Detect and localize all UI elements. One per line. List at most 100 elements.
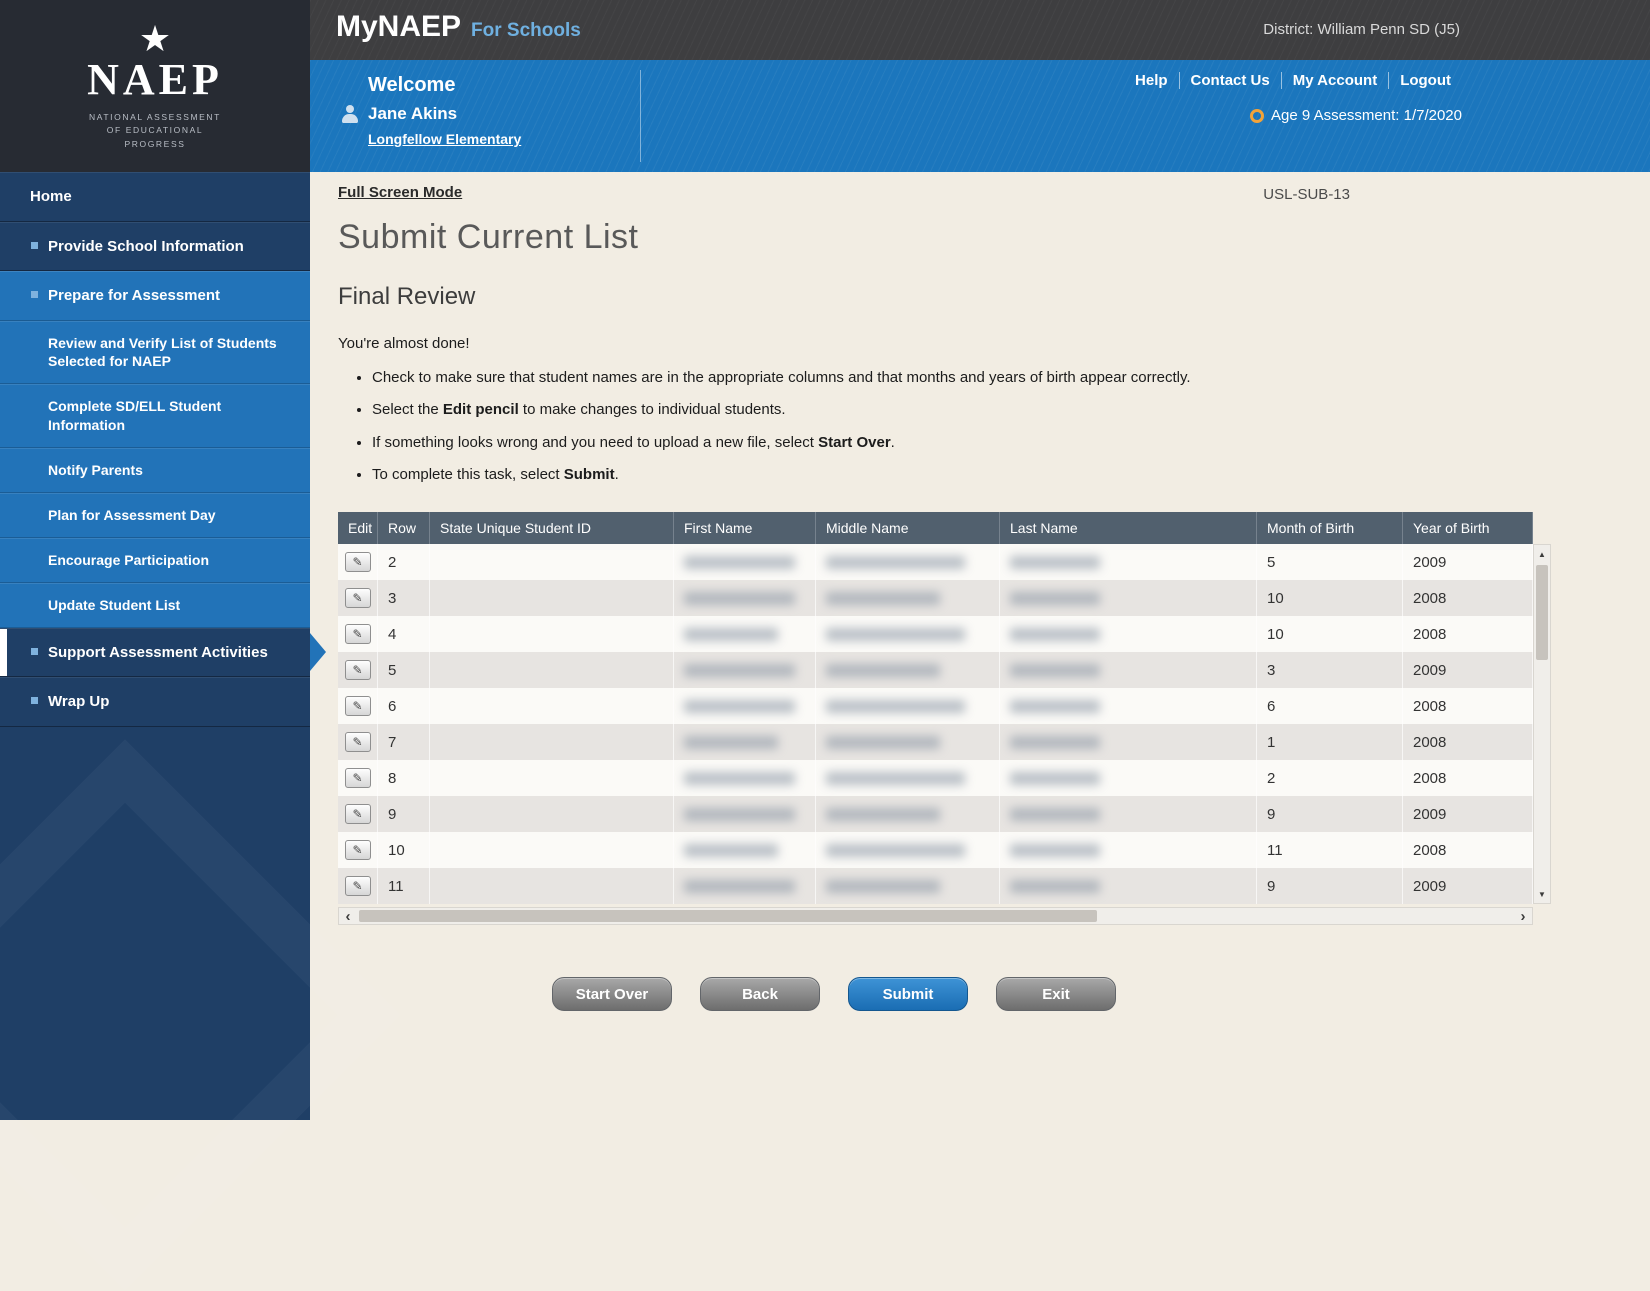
instruction-bold: Submit (564, 466, 615, 483)
year-of-birth-cell: 2009 (1403, 868, 1533, 904)
redacted-text (1010, 880, 1100, 893)
content-header: Full Screen Mode USL-SUB-13 (338, 184, 1650, 208)
table-row: ✎ 2 5 2009 (338, 544, 1533, 580)
full-screen-mode-link[interactable]: Full Screen Mode (338, 184, 462, 201)
horizontal-scrollbar[interactable]: ‹ › (338, 907, 1533, 925)
back-button[interactable]: Back (700, 977, 820, 1011)
help-link[interactable]: Help (1124, 72, 1179, 89)
first-name-cell (674, 760, 816, 796)
vertical-scroll-thumb[interactable] (1536, 565, 1548, 660)
table-row: ✎ 10 11 2008 (338, 832, 1533, 868)
sidebar-subitem-update-student-list[interactable]: Update Student List (0, 583, 310, 628)
edit-row-button[interactable]: ✎ (345, 588, 371, 608)
redacted-text (684, 592, 795, 605)
pencil-icon: ✎ (352, 880, 362, 892)
submit-button[interactable]: Submit (848, 977, 968, 1011)
exit-button[interactable]: Exit (996, 977, 1116, 1011)
sidebar-item-provide-school-information[interactable]: Provide School Information (0, 222, 310, 272)
middle-name-cell (816, 796, 1000, 832)
middle-name-cell (816, 652, 1000, 688)
redacted-text (684, 628, 778, 641)
welcome-label: Welcome (368, 74, 455, 97)
sidebar: Home Provide School Information Prepare … (0, 172, 310, 1120)
edit-row-button[interactable]: ✎ (345, 804, 371, 824)
instruction-item: To complete this task, select Submit. (372, 463, 1328, 486)
sidebar-item-label: Wrap Up (48, 693, 109, 710)
start-over-button[interactable]: Start Over (552, 977, 672, 1011)
table-row: ✎ 9 9 2009 (338, 796, 1533, 832)
instruction-text: Check to make sure that student names ar… (372, 369, 1191, 386)
edit-row-button[interactable]: ✎ (345, 624, 371, 644)
instruction-text: Select the (372, 401, 443, 418)
last-name-cell (1000, 832, 1257, 868)
logout-link[interactable]: Logout (1388, 72, 1462, 89)
redacted-text (1010, 556, 1100, 569)
pencil-icon: ✎ (352, 556, 362, 568)
table-row: ✎ 5 3 2009 (338, 652, 1533, 688)
redacted-text (826, 808, 940, 821)
year-of-birth-cell: 2008 (1403, 832, 1533, 868)
assessment-info: Age 9 Assessment: 1/7/2020 (1250, 107, 1462, 124)
month-of-birth-cell: 6 (1257, 688, 1403, 724)
edit-row-button[interactable]: ✎ (345, 696, 371, 716)
edit-row-button[interactable]: ✎ (345, 840, 371, 860)
edit-row-button[interactable]: ✎ (345, 660, 371, 680)
horizontal-scroll-thumb[interactable] (359, 910, 1097, 922)
naep-logo-text: NAEP (87, 57, 223, 103)
sidebar-subitem-plan-for-assessment-day[interactable]: Plan for Assessment Day (0, 493, 310, 538)
instruction-text: To complete this task, select (372, 466, 564, 483)
scroll-left-icon[interactable]: ‹ (339, 908, 357, 924)
month-of-birth-cell: 9 (1257, 796, 1403, 832)
year-of-birth-cell: 2008 (1403, 760, 1533, 796)
edit-row-button[interactable]: ✎ (345, 876, 371, 896)
app-title-main: MyNAEP (336, 10, 461, 43)
redacted-text (684, 664, 795, 677)
redacted-text (1010, 808, 1100, 821)
instruction-text: . (891, 434, 895, 451)
pencil-icon: ✎ (352, 700, 362, 712)
year-of-birth-cell: 2008 (1403, 688, 1533, 724)
pencil-icon: ✎ (352, 808, 362, 820)
scroll-down-icon[interactable]: ▼ (1534, 885, 1550, 903)
scroll-up-icon[interactable]: ▲ (1534, 545, 1550, 563)
sidebar-subitem-sd-ell-information[interactable]: Complete SD/ELL Student Information (0, 384, 310, 448)
assessment-label: Age 9 Assessment: 1/7/2020 (1271, 107, 1462, 124)
header-band: Welcome Jane Akins Longfellow Elementary… (310, 60, 1650, 172)
user-icon (341, 105, 359, 123)
sidebar-subitem-notify-parents[interactable]: Notify Parents (0, 448, 310, 493)
sidebar-item-prepare-for-assessment[interactable]: Prepare for Assessment (0, 271, 310, 321)
year-of-birth-cell: 2008 (1403, 724, 1533, 760)
redacted-text (826, 736, 940, 749)
last-name-cell (1000, 616, 1257, 652)
app-title-suffix: For Schools (471, 20, 581, 41)
table-body: ✎ 2 5 2009 ✎ 3 10 2008 ✎ 4 (338, 544, 1533, 904)
column-header: State Unique Student ID (430, 512, 674, 544)
sidebar-subitem-encourage-participation[interactable]: Encourage Participation (0, 538, 310, 583)
redacted-text (684, 844, 778, 857)
middle-name-cell (816, 544, 1000, 580)
app-title: MyNAEP For Schools (336, 10, 581, 44)
row-number-cell: 4 (378, 616, 430, 652)
sidebar-subitem-review-and-verify[interactable]: Review and Verify List of Students Selec… (0, 321, 310, 385)
bullet-icon (31, 242, 38, 249)
naep-logo: ★ NAEP NATIONAL ASSESSMENT OF EDUCATIONA… (0, 0, 310, 172)
vertical-scrollbar[interactable]: ▲ ▼ (1533, 544, 1551, 904)
student-table: EditRowState Unique Student IDFirst Name… (338, 512, 1551, 925)
student-id-cell (430, 616, 674, 652)
bullet-icon (31, 697, 38, 704)
header-divider (640, 70, 641, 162)
edit-row-button[interactable]: ✎ (345, 732, 371, 752)
sidebar-item-home[interactable]: Home (0, 172, 310, 222)
edit-row-button[interactable]: ✎ (345, 768, 371, 788)
table-row: ✎ 8 2 2008 (338, 760, 1533, 796)
sidebar-item-wrap-up[interactable]: Wrap Up (0, 677, 310, 727)
school-link[interactable]: Longfellow Elementary (368, 131, 521, 147)
scroll-right-icon[interactable]: › (1514, 908, 1532, 924)
column-header: Row (378, 512, 430, 544)
edit-row-button[interactable]: ✎ (345, 552, 371, 572)
row-number-cell: 6 (378, 688, 430, 724)
my-account-link[interactable]: My Account (1281, 72, 1388, 89)
sidebar-item-support-assessment-activities[interactable]: Support Assessment Activities (0, 628, 310, 678)
contact-us-link[interactable]: Contact Us (1179, 72, 1281, 89)
pencil-icon: ✎ (352, 844, 362, 856)
